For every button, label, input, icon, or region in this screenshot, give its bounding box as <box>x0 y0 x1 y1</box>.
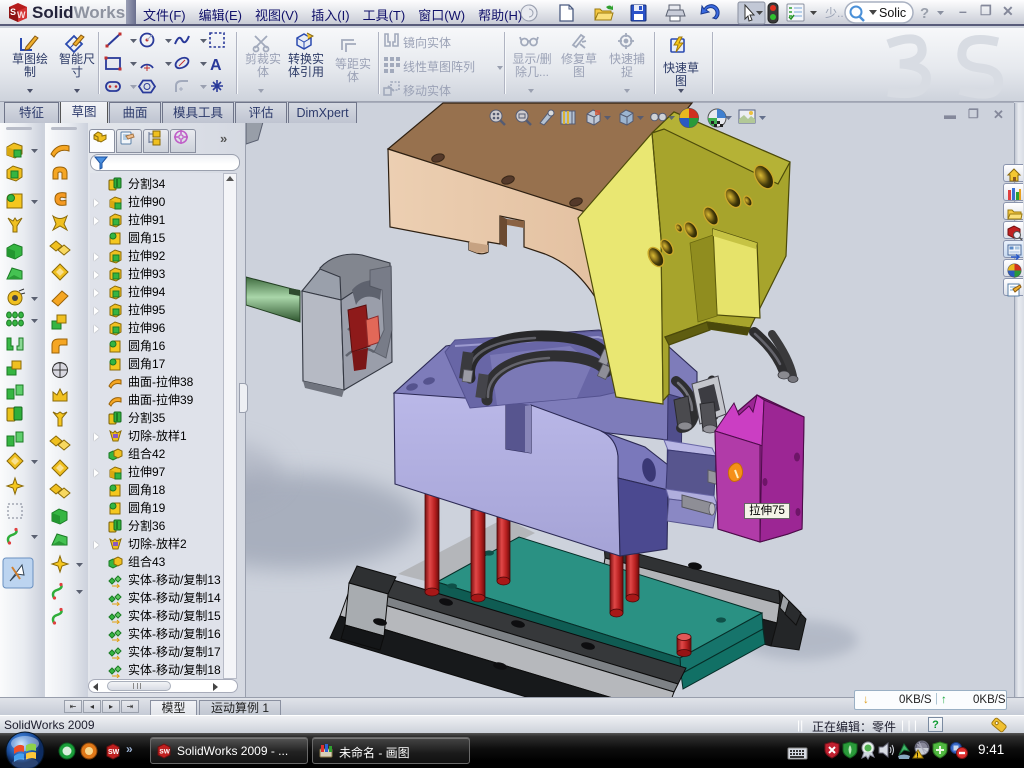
svg-text:SW: SW <box>108 749 120 756</box>
svg-text:少..: 少.. <box>825 6 844 20</box>
svg-text:W: W <box>17 10 26 20</box>
svg-text:Solic: Solic <box>879 6 906 20</box>
svg-text:!: ! <box>916 753 918 760</box>
svg-text:S: S <box>10 7 16 17</box>
svg-text:?: ? <box>920 5 929 22</box>
svg-text:SW: SW <box>159 749 170 756</box>
svg-text:»: » <box>126 742 133 756</box>
svg-text:A: A <box>210 57 222 74</box>
svg-text:SolidWorks: SolidWorks <box>32 3 125 22</box>
